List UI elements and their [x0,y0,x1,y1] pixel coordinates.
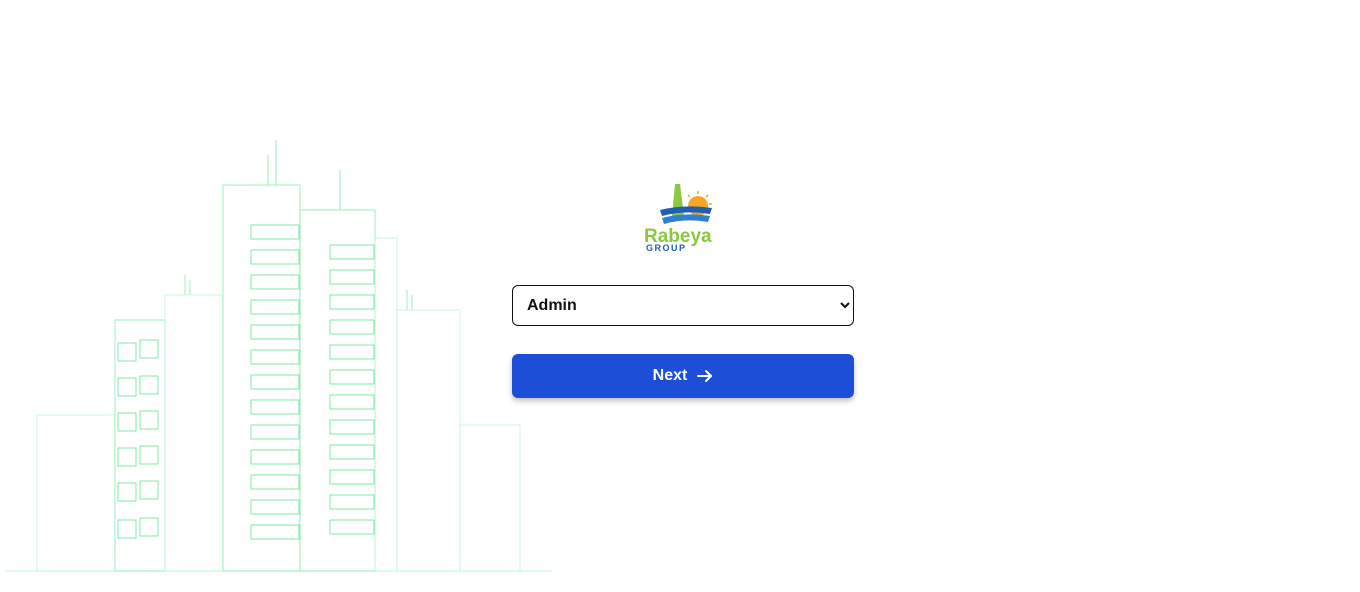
role-select[interactable]: Admin [512,285,854,326]
next-button[interactable]: Next [512,354,854,398]
logo-subtext: GROUP [646,243,687,253]
arrow-right-icon [697,370,713,382]
next-button-label: Next [652,367,688,384]
rabeya-group-logo: Rabeya GROUP [644,184,712,253]
city-buildings-illustration [5,140,552,572]
login-page: Rabeya GROUP Admin Next [0,0,1360,592]
